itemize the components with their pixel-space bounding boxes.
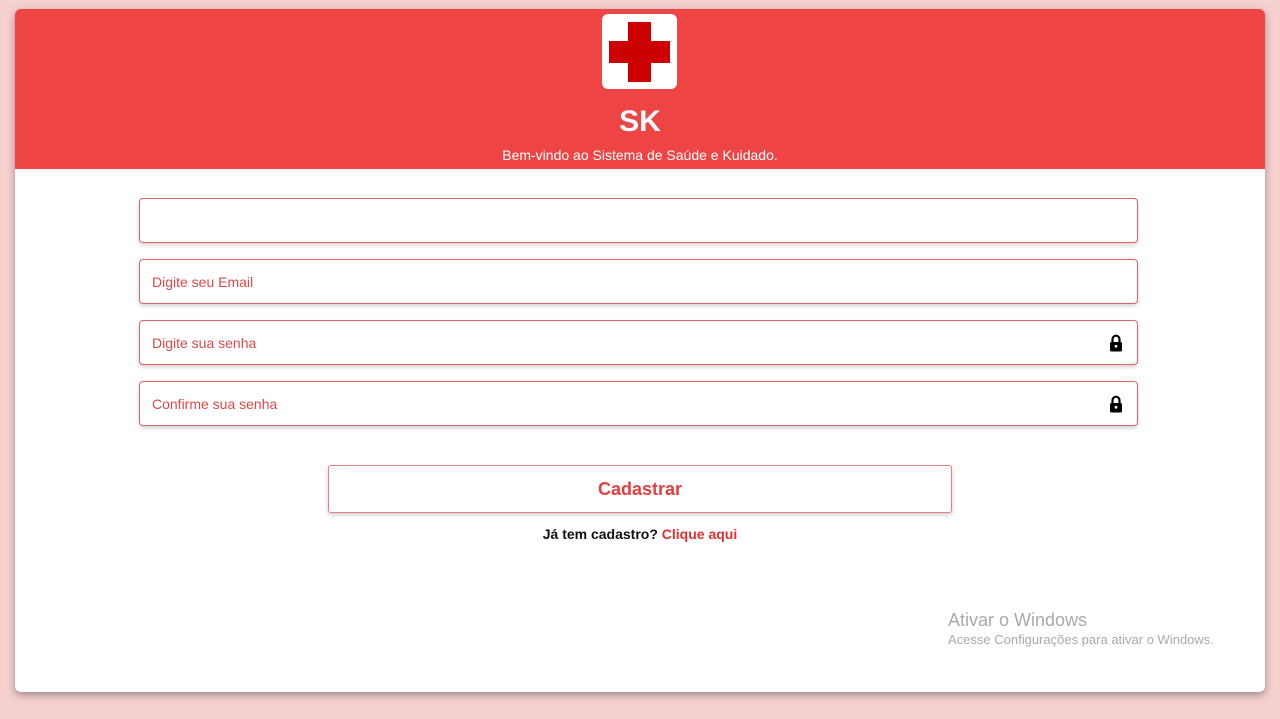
confirm-password-field[interactable] bbox=[139, 381, 1138, 426]
red-cross-icon bbox=[602, 14, 677, 89]
windows-activation-watermark: Ativar o Windows Acesse Configurações pa… bbox=[948, 609, 1214, 649]
login-prompt-text: Já tem cadastro? bbox=[542, 526, 658, 542]
brand-title: SK bbox=[619, 105, 661, 138]
login-prompt: Já tem cadastro? Clique aqui bbox=[15, 526, 1265, 542]
password-field[interactable] bbox=[139, 320, 1138, 365]
email-input[interactable] bbox=[140, 260, 1137, 303]
password-input[interactable] bbox=[140, 321, 1137, 364]
header-banner: SK Bem-vindo ao Sistema de Saúde e Kuida… bbox=[15, 9, 1265, 169]
name-input[interactable] bbox=[140, 199, 1137, 242]
lock-icon bbox=[1110, 334, 1122, 352]
email-field[interactable] bbox=[139, 259, 1138, 304]
watermark-subtitle: Acesse Configurações para ativar o Windo… bbox=[948, 632, 1214, 647]
welcome-subtitle: Bem-vindo ao Sistema de Saúde e Kuidado. bbox=[502, 147, 778, 163]
register-button[interactable]: Cadastrar bbox=[328, 465, 952, 513]
watermark-title: Ativar o Windows bbox=[948, 610, 1088, 630]
lock-icon bbox=[1110, 395, 1122, 413]
name-field[interactable] bbox=[139, 198, 1138, 243]
confirm-password-input[interactable] bbox=[140, 382, 1137, 425]
login-link[interactable]: Clique aqui bbox=[662, 526, 737, 542]
signup-card: SK Bem-vindo ao Sistema de Saúde e Kuida… bbox=[15, 9, 1265, 692]
